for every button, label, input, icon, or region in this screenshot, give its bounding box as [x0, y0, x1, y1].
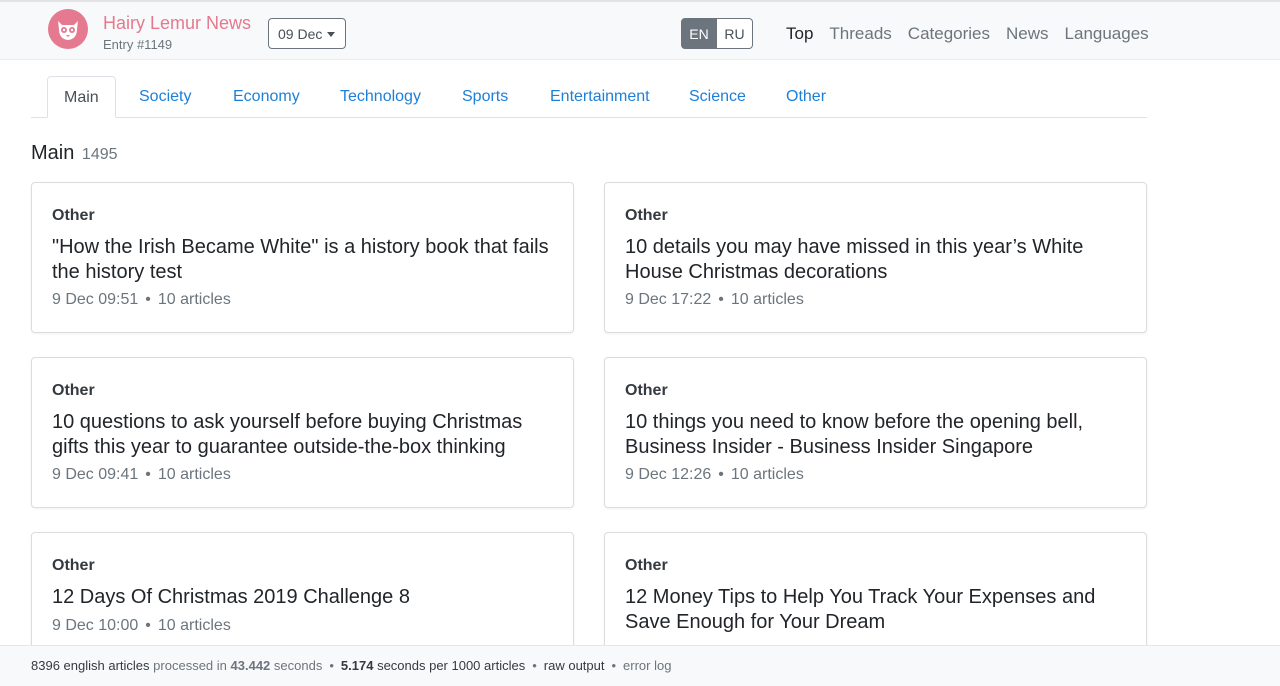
tab-economy[interactable]: Economy [233, 76, 300, 118]
thread-card[interactable]: Other 10 questions to ask yourself befor… [31, 357, 574, 508]
status-footer: 8396 english articles processed in 43.44… [0, 645, 1280, 686]
card-title[interactable]: 10 questions to ask yourself before buyi… [52, 410, 557, 459]
card-time: 9 Dec 10:00 [52, 617, 139, 634]
footer-separator: • [611, 658, 617, 673]
category-tabs: Main Society Economy Technology Sports E… [31, 76, 1147, 118]
thread-card[interactable]: Other 10 things you need to know before … [604, 357, 1147, 508]
card-meta: 9 Dec 12:26 • 10 articles [625, 466, 804, 484]
card-meta: 9 Dec 10:00 • 10 articles [52, 617, 231, 635]
brand-title[interactable]: Hairy Lemur News [103, 13, 251, 34]
thread-card[interactable]: Other 10 details you may have missed in … [604, 182, 1147, 333]
entry-number: Entry #1149 [103, 37, 173, 52]
card-article-count[interactable]: 10 articles [158, 617, 231, 634]
tab-science[interactable]: Science [689, 76, 746, 118]
meta-separator: • [718, 291, 724, 308]
raw-output-link[interactable]: raw output [544, 658, 605, 673]
card-article-count[interactable]: 10 articles [158, 466, 231, 483]
language-toggle: EN RU [681, 18, 753, 49]
card-category: Other [625, 207, 668, 224]
footer-per-value: 5.174 [340, 658, 374, 673]
chevron-down-icon [327, 32, 335, 37]
meta-separator: • [145, 466, 151, 483]
lang-button-en[interactable]: EN [681, 18, 717, 49]
tab-sports[interactable]: Sports [462, 76, 508, 118]
card-time: 9 Dec 09:51 [52, 291, 139, 308]
section-count: 1495 [81, 146, 118, 163]
tab-main[interactable]: Main [47, 76, 116, 118]
section-title: Main [31, 142, 75, 164]
section-heading: Main 1495 [31, 142, 118, 165]
card-time: 9 Dec 09:41 [52, 466, 139, 483]
footer-separator: • [532, 658, 537, 673]
card-article-count[interactable]: 10 articles [731, 466, 804, 483]
tab-other[interactable]: Other [786, 76, 826, 118]
date-select-value: 09 Dec [278, 26, 323, 42]
date-select[interactable]: 09 Dec [268, 18, 346, 49]
card-category: Other [52, 382, 95, 399]
meta-separator: • [145, 617, 151, 634]
nav-threads[interactable]: Threads [829, 24, 891, 44]
thread-card[interactable]: Other "How the Irish Became White" is a … [31, 182, 574, 333]
meta-separator: • [718, 466, 724, 483]
top-navbar: Hairy Lemur News Entry #1149 09 Dec EN R… [0, 0, 1280, 60]
nav-news[interactable]: News [1006, 24, 1049, 44]
card-category: Other [625, 382, 668, 399]
card-title[interactable]: "How the Irish Became White" is a histor… [52, 235, 557, 284]
footer-seconds-value: 43.442 [230, 658, 271, 673]
card-title[interactable]: 12 Money Tips to Help You Track Your Exp… [625, 585, 1130, 634]
tab-entertainment[interactable]: Entertainment [550, 76, 650, 118]
nav-languages[interactable]: Languages [1065, 24, 1149, 44]
lemur-logo-icon[interactable] [48, 9, 88, 49]
card-title[interactable]: 10 details you may have missed in this y… [625, 235, 1130, 284]
lang-button-ru[interactable]: RU [717, 18, 753, 49]
footer-processed-in: processed in [153, 658, 227, 673]
card-article-count[interactable]: 10 articles [731, 291, 804, 308]
footer-article-count: 8396 [31, 658, 60, 673]
error-log-link[interactable]: error log [623, 658, 671, 673]
nav-categories[interactable]: Categories [908, 24, 990, 44]
card-title[interactable]: 10 things you need to know before the op… [625, 410, 1130, 459]
card-category: Other [52, 207, 95, 224]
tab-technology[interactable]: Technology [340, 76, 421, 118]
card-article-count[interactable]: 10 articles [158, 291, 231, 308]
card-category: Other [625, 557, 668, 574]
nav-top[interactable]: Top [786, 24, 813, 44]
top-nav: Top Threads Categories News Languages [786, 24, 1149, 44]
tab-society[interactable]: Society [139, 76, 191, 118]
card-title[interactable]: 12 Days Of Christmas 2019 Challenge 8 [52, 585, 557, 610]
card-meta: 9 Dec 17:22 • 10 articles [625, 291, 804, 309]
footer-seconds-text: seconds [273, 658, 323, 673]
card-meta: 9 Dec 09:51 • 10 articles [52, 291, 231, 309]
footer-separator: • [329, 658, 334, 673]
footer-articles-text: english articles [63, 658, 150, 673]
card-category: Other [52, 557, 95, 574]
card-time: 9 Dec 12:26 [625, 466, 712, 483]
footer-per-text: seconds per 1000 articles [377, 658, 526, 673]
card-time: 9 Dec 17:22 [625, 291, 712, 308]
card-meta: 9 Dec 09:41 • 10 articles [52, 466, 231, 484]
meta-separator: • [145, 291, 151, 308]
